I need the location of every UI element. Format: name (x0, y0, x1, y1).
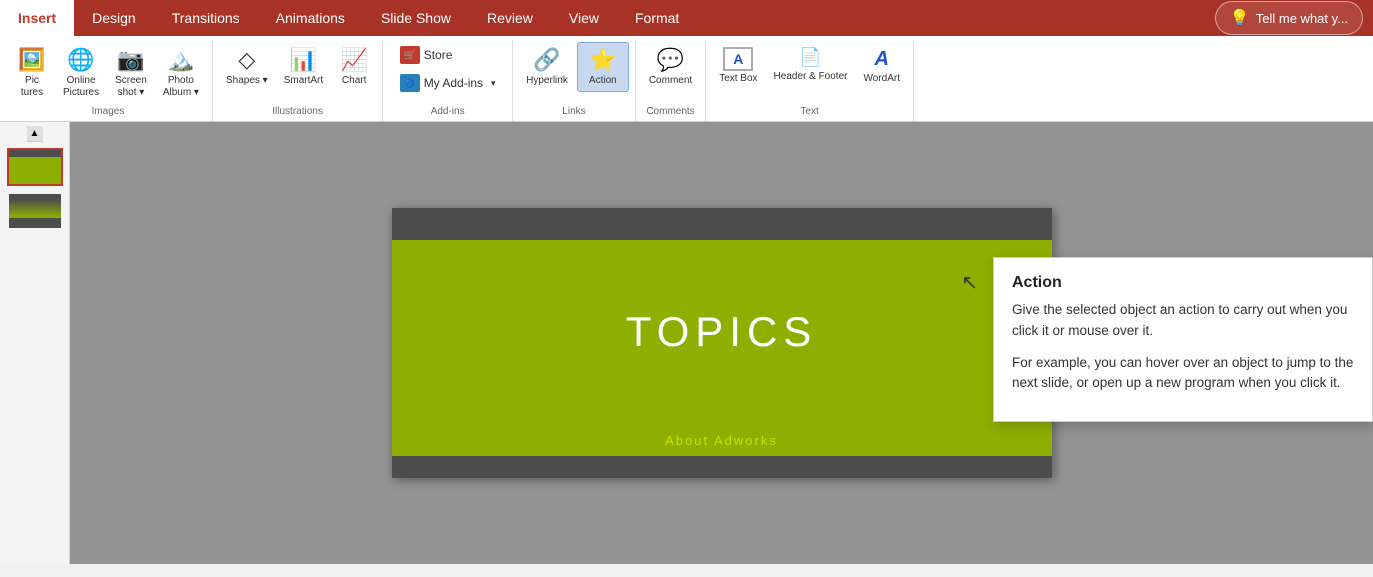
chart-label: Chart (342, 75, 366, 87)
action-tooltip: Action Give the selected object an actio… (993, 257, 1373, 422)
action-icon: ⭐ (589, 47, 616, 73)
tell-me-input[interactable]: 💡 Tell me what y... (1215, 1, 1363, 35)
smartart-label: SmartArt (284, 75, 323, 87)
header-footer-icon: 📄 (799, 47, 821, 69)
chart-icon: 📈 (340, 47, 367, 73)
textbox-button[interactable]: A Text Box (712, 42, 764, 90)
myadd-icon: 🔵 (400, 74, 420, 92)
scroll-up-button[interactable]: ▲ (27, 126, 43, 142)
screenshot-label: Screenshot ▾ (115, 75, 147, 99)
tab-transitions[interactable]: Transitions (154, 0, 258, 36)
chart-button[interactable]: 📈 Chart (332, 42, 376, 92)
screenshot-button[interactable]: 📷 Screenshot ▾ (108, 42, 154, 104)
tab-right-area: 💡 Tell me what y... (1215, 0, 1373, 36)
text-group-label: Text (800, 106, 818, 119)
shapes-label: Shapes ▾ (226, 75, 268, 87)
tab-bar: Insert Design Transitions Animations Sli… (0, 0, 1373, 36)
online-pictures-button[interactable]: 🌐 OnlinePictures (56, 42, 106, 104)
photo-album-icon: 🏔️ (167, 47, 194, 73)
tab-design[interactable]: Design (74, 0, 154, 36)
slide-header-bar (392, 208, 1052, 240)
group-addins: 🛒 Store 🔵 My Add-ins ▾ Add-ins (383, 40, 513, 121)
tell-me-label: Tell me what y... (1256, 11, 1348, 26)
lightbulb-icon: 💡 (1230, 8, 1250, 28)
slide-canvas: TOPICS About Adworks (392, 208, 1052, 478)
header-footer-button[interactable]: 📄 Header & Footer (767, 42, 855, 88)
wordart-button[interactable]: A WordArt (856, 42, 907, 90)
slide-footer-text: About Adworks (665, 433, 778, 448)
slide-footer-green: About Adworks (392, 424, 1052, 456)
tooltip-line2: For example, you can hover over an objec… (1012, 353, 1354, 394)
pictures-label: Pictures (21, 75, 43, 99)
shapes-icon: ◇ (238, 47, 255, 73)
hyperlink-button[interactable]: 🔗 Hyperlink (519, 42, 575, 92)
online-pictures-label: OnlinePictures (63, 75, 99, 99)
screenshot-icon: 📷 (117, 47, 144, 73)
main-area: ▲ TOPICS About Adworks ↖ Action Give the… (0, 122, 1373, 564)
pictures-icon: 🖼️ (18, 47, 45, 73)
tab-review[interactable]: Review (469, 0, 551, 36)
online-pictures-icon: 🌐 (67, 47, 94, 73)
comment-icon: 💬 (657, 47, 684, 73)
textbox-icon: A (723, 47, 753, 71)
slide-panel: ▲ (0, 122, 70, 564)
slide-canvas-area: TOPICS About Adworks ↖ Action Give the s… (70, 122, 1373, 564)
shapes-button[interactable]: ◇ Shapes ▾ (219, 42, 275, 92)
tooltip-body: Give the selected object an action to ca… (1012, 300, 1354, 393)
wordart-icon: A (875, 47, 889, 71)
wordart-label: WordArt (863, 73, 900, 85)
tab-slideshow[interactable]: Slide Show (363, 0, 469, 36)
slide-title: TOPICS (626, 308, 818, 356)
store-button[interactable]: 🛒 Store (393, 42, 460, 68)
tooltip-title: Action (1012, 274, 1354, 292)
slide-footer-bar (392, 456, 1052, 478)
myadd-label: My Add-ins (424, 76, 483, 90)
slide-thumb-2[interactable] (7, 192, 63, 230)
action-button[interactable]: ⭐ Action (577, 42, 629, 92)
slide-content[interactable]: TOPICS (392, 240, 1052, 424)
group-images: 🖼️ Pictures 🌐 OnlinePictures 📷 Screensho… (4, 40, 213, 121)
pictures-button[interactable]: 🖼️ Pictures (10, 42, 54, 104)
comments-group-label: Comments (646, 106, 694, 119)
illustrations-group-label: Illustrations (272, 106, 323, 119)
slide-thumb-1[interactable] (7, 148, 63, 186)
slide-thumb-2-inner (9, 194, 61, 228)
tab-insert[interactable]: Insert (0, 0, 74, 36)
group-links: 🔗 Hyperlink ⭐ Action Links (513, 40, 636, 121)
textbox-label: Text Box (719, 73, 757, 85)
tab-animations[interactable]: Animations (258, 0, 363, 36)
ribbon: Insert Design Transitions Animations Sli… (0, 0, 1373, 122)
group-comments: 💬 Comment Comments (636, 40, 706, 121)
links-group-label: Links (562, 106, 585, 119)
comment-button[interactable]: 💬 Comment (642, 42, 699, 92)
tab-format[interactable]: Format (617, 0, 697, 36)
group-illustrations: ◇ Shapes ▾ 📊 SmartArt 📈 Chart Illustrati… (213, 40, 383, 121)
photo-album-label: PhotoAlbum ▾ (163, 75, 199, 99)
store-icon: 🛒 (400, 46, 420, 64)
store-label: Store (424, 48, 453, 62)
smartart-button[interactable]: 📊 SmartArt (277, 42, 330, 92)
tab-view[interactable]: View (551, 0, 617, 36)
action-label: Action (589, 75, 617, 87)
myadd-button[interactable]: 🔵 My Add-ins ▾ (393, 70, 503, 96)
smartart-icon: 📊 (290, 47, 317, 73)
hyperlink-label: Hyperlink (526, 75, 568, 87)
tooltip-line1: Give the selected object an action to ca… (1012, 300, 1354, 341)
myadd-arrow: ▾ (491, 78, 496, 89)
ribbon-body: 🖼️ Pictures 🌐 OnlinePictures 📷 Screensho… (0, 36, 1373, 122)
header-footer-label: Header & Footer (774, 71, 848, 83)
slide-thumb-1-inner (9, 150, 61, 184)
images-group-label: Images (92, 106, 125, 119)
hyperlink-icon: 🔗 (533, 47, 560, 73)
addins-group-label: Add-ins (431, 106, 465, 119)
photo-album-button[interactable]: 🏔️ PhotoAlbum ▾ (156, 42, 206, 104)
comment-label: Comment (649, 75, 692, 87)
group-text: A Text Box 📄 Header & Footer A WordArt T… (706, 40, 914, 121)
